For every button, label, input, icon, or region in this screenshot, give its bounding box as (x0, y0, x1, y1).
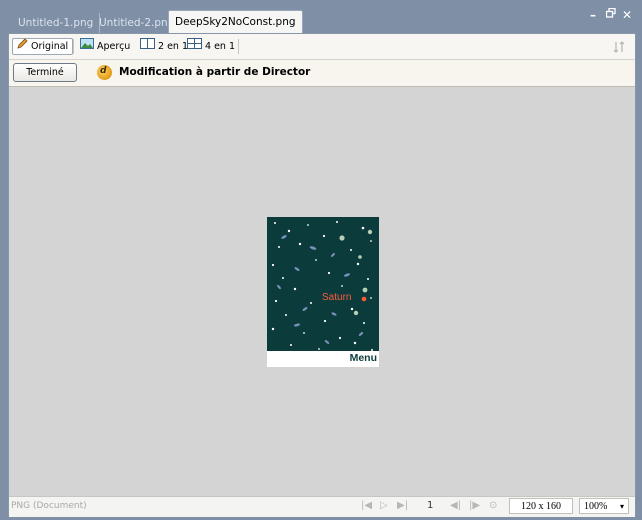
zoom-value: 100% (584, 501, 608, 512)
status-bar: PNG (Document) |◀ ▷ ▶| 1 ◀| |▶ ⊙ 120 x 1… (9, 496, 635, 517)
document-tab-bar: Untitled-1.png Untitled-2.png DeepSky2No… (8, 8, 636, 33)
edit-from-notice-bar: Terminé d Modification à partir de Direc… (9, 60, 635, 87)
pencil-icon (17, 38, 28, 55)
document-content: Original Aperçu 2 en 1 4 en 1 Terminé d … (8, 33, 636, 517)
restore-icon[interactable] (605, 7, 616, 21)
preview-button[interactable]: Aperçu (80, 38, 130, 55)
preview-label: Aperçu (97, 41, 131, 52)
menu-label: Menu (349, 352, 377, 364)
chevron-down-icon: ▾ (619, 502, 624, 511)
play-icon[interactable]: ▷ (380, 500, 388, 511)
landscape-icon (80, 38, 94, 55)
view-toolbar: Original Aperçu 2 en 1 4 en 1 (9, 34, 635, 60)
minimize-icon[interactable]: – (590, 8, 596, 22)
previous-frame-icon[interactable]: ◀| (450, 500, 461, 511)
image-dimensions: 120 x 160 (509, 498, 573, 514)
two-up-label: 2 en 1 (158, 41, 188, 52)
four-up-icon (187, 38, 202, 55)
last-frame-icon[interactable]: ▶| (397, 500, 408, 511)
deepsky-image: Saturn (267, 217, 379, 367)
document-window: Untitled-1.png Untitled-2.png DeepSky2No… (0, 0, 642, 520)
next-frame-icon[interactable]: |▶ (469, 500, 480, 511)
done-button[interactable]: Terminé (13, 63, 77, 82)
four-up-label: 4 en 1 (205, 41, 235, 52)
tab-untitled-1[interactable]: Untitled-1.png (12, 13, 101, 33)
tab-deepsky2noconst[interactable]: DeepSky2NoConst.png (168, 10, 303, 33)
document-canvas: Saturn Menu (9, 87, 635, 496)
saturn-label: Saturn (322, 292, 352, 303)
director-icon: d (97, 65, 112, 80)
first-frame-icon[interactable]: |◀ (361, 500, 372, 511)
original-view-label: Original (31, 41, 69, 52)
zoom-select[interactable]: 100% ▾ (579, 498, 629, 514)
notice-message: Modification à partir de Director (119, 66, 311, 78)
frame-number: 1 (427, 500, 434, 511)
toolbar-divider (73, 39, 74, 54)
document-type-label: PNG (Document) (11, 501, 87, 511)
original-view-button[interactable]: Original (12, 38, 74, 55)
two-up-button[interactable]: 2 en 1 (140, 38, 188, 55)
toolbar-divider (238, 39, 239, 54)
close-icon[interactable]: ✕ (622, 8, 632, 22)
four-up-button[interactable]: 4 en 1 (187, 38, 235, 55)
options-icon[interactable] (613, 38, 627, 55)
image-menu-bar: Menu (267, 351, 379, 367)
loop-icon[interactable]: ⊙ (489, 500, 497, 511)
two-up-icon (140, 38, 155, 55)
